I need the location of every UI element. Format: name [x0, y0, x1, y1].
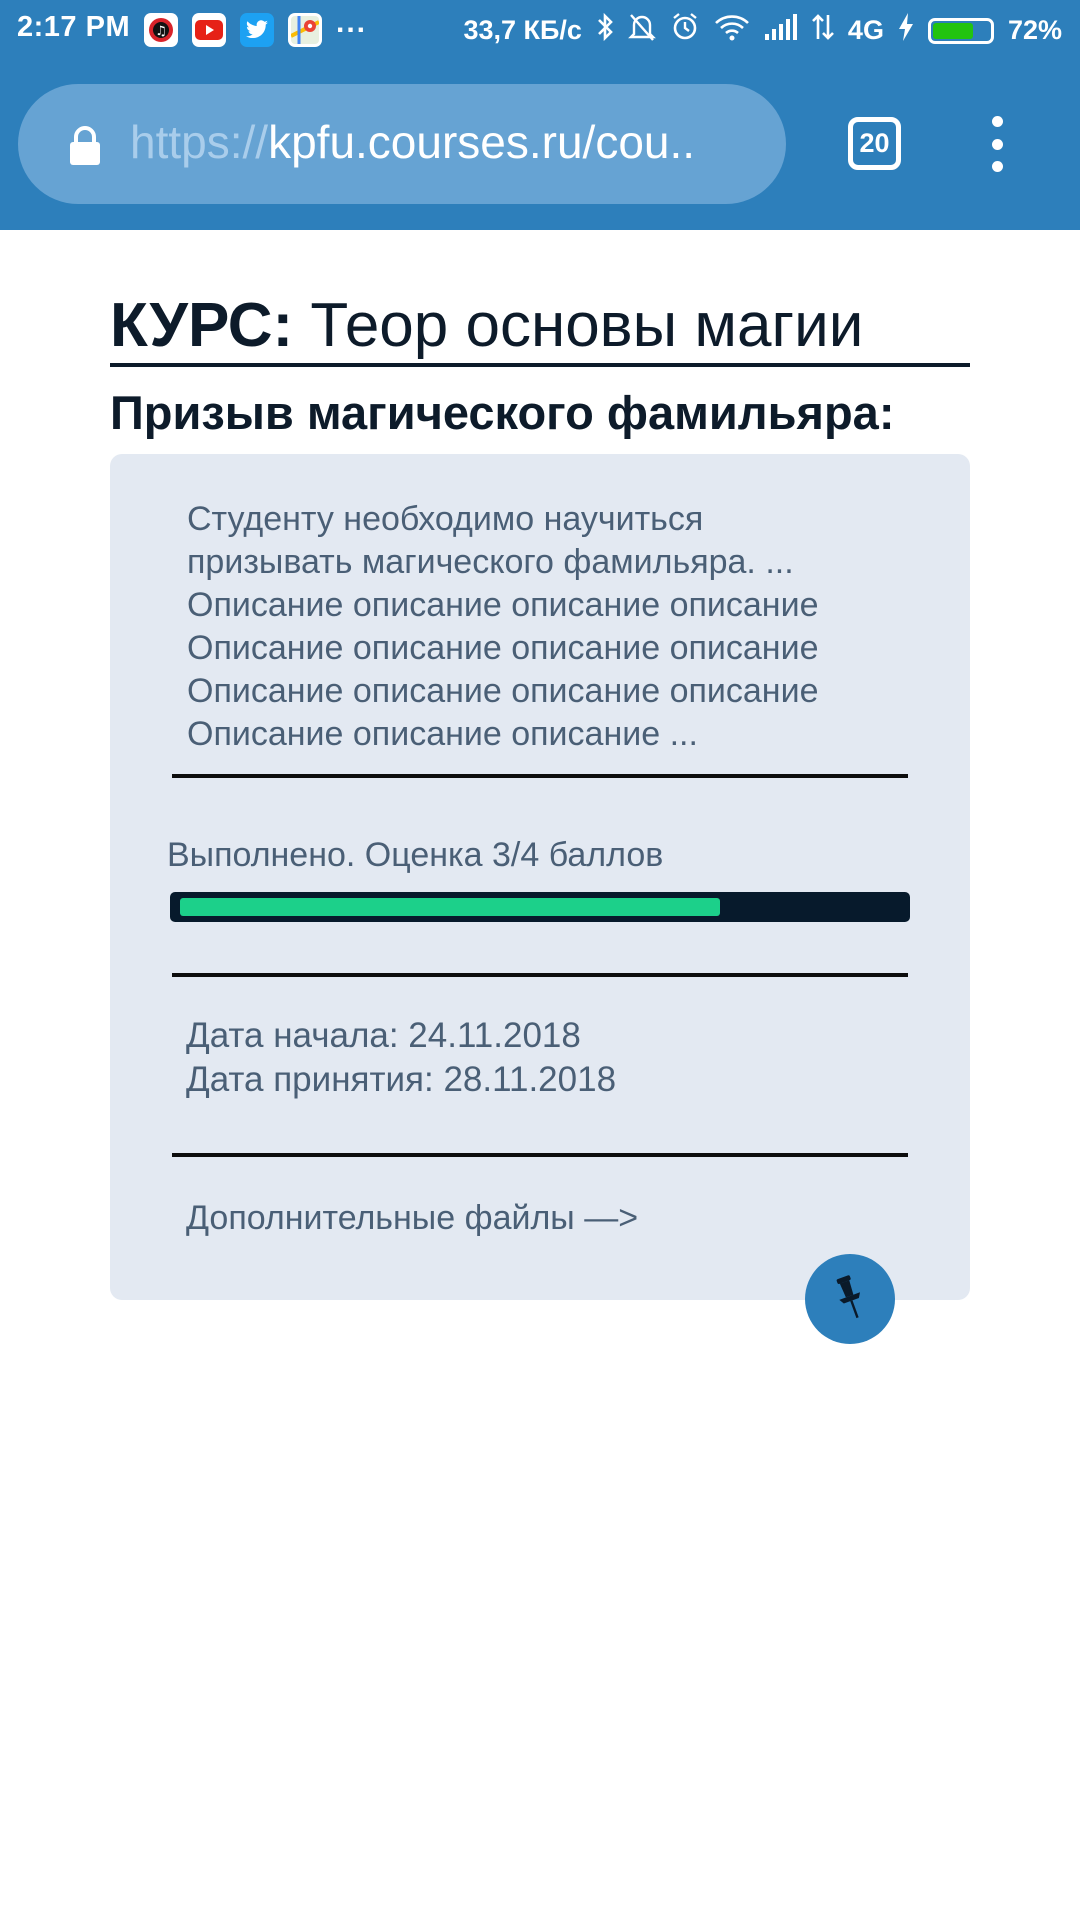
url-text[interactable]: https://kpfu.courses.ru/cou.. [130, 115, 750, 169]
bluetooth-icon [596, 12, 614, 49]
charging-icon [898, 13, 914, 48]
url-bar[interactable]: https://kpfu.courses.ru/cou.. [18, 84, 786, 204]
network-type: 4G [847, 15, 884, 45]
url-scheme: https:// [130, 116, 269, 168]
more-menu-icon[interactable] [982, 116, 1012, 172]
mute-icon [628, 12, 656, 49]
section-divider [172, 774, 908, 778]
accept-date: Дата принятия: 28.11.2018 [186, 1060, 617, 1099]
task-title: Призыв магического фамильяра: [110, 386, 895, 439]
description-line: Описание описание описание описание [187, 629, 819, 667]
battery-icon [927, 17, 994, 44]
task-description: Студенту необходимо научиться призывать … [187, 498, 907, 756]
notification-icons: ♫ [144, 13, 322, 47]
tab-switcher-button[interactable]: 20 [848, 117, 901, 170]
section-divider [172, 1153, 908, 1157]
grade-progress-fill [180, 898, 720, 916]
task-card: Студенту необходимо научиться призывать … [110, 454, 970, 1300]
tab-count: 20 [859, 128, 890, 158]
maps-icon [288, 13, 322, 47]
status-bar: 2:17 PM ♫ ... 33,7 КБ/с 4G 72% [0, 0, 1080, 60]
dates-block: Дата начала: 24.11.2018 Дата принятия: 2… [186, 1014, 616, 1102]
pin-button[interactable] [805, 1254, 895, 1344]
pushpin-icon [828, 1272, 872, 1327]
section-divider [172, 973, 908, 977]
battery-percent: 72% [1007, 15, 1062, 45]
description-line: Описание описание описание описание [187, 586, 819, 624]
grade-progress-bar [170, 892, 910, 922]
more-notifications-indicator: ... [336, 6, 368, 39]
network-speed: 33,7 КБ/с [463, 15, 582, 45]
description-line: призывать магического фамильяра. ... [187, 543, 794, 581]
battery-level [932, 22, 974, 39]
description-line: Описание описание описание описание [187, 672, 819, 710]
svg-text:♫: ♫ [155, 24, 167, 39]
additional-files-link[interactable]: Дополнительные файлы —> [186, 1199, 638, 1238]
status-indicators: 33,7 КБ/с 4G 72% [463, 12, 1062, 49]
description-line: Студенту необходимо научиться [187, 500, 704, 538]
twitter-icon [240, 13, 274, 47]
course-label: КУРС: [110, 291, 294, 360]
wifi-icon [714, 13, 750, 48]
start-date: Дата начала: 24.11.2018 [186, 1016, 581, 1055]
status-time: 2:17 PM [17, 11, 131, 43]
completion-status: Выполнено. Оценка 3/4 баллов [167, 836, 664, 874]
alarm-icon [670, 12, 700, 49]
youtube-icon [192, 13, 226, 47]
data-arrows-icon [812, 13, 834, 48]
description-line: Описание описание описание ... [187, 715, 698, 753]
url-host: kpfu.courses.ru/cou.. [268, 116, 696, 168]
music-app-icon: ♫ [144, 13, 178, 47]
lock-icon [68, 126, 102, 171]
signal-icon [764, 14, 798, 47]
browser-toolbar: https://kpfu.courses.ru/cou.. 20 [0, 60, 1080, 230]
course-name: Теор основы магии [310, 291, 864, 360]
title-divider [110, 363, 970, 367]
page-title: КУРС: Теор основы магии [110, 290, 863, 361]
